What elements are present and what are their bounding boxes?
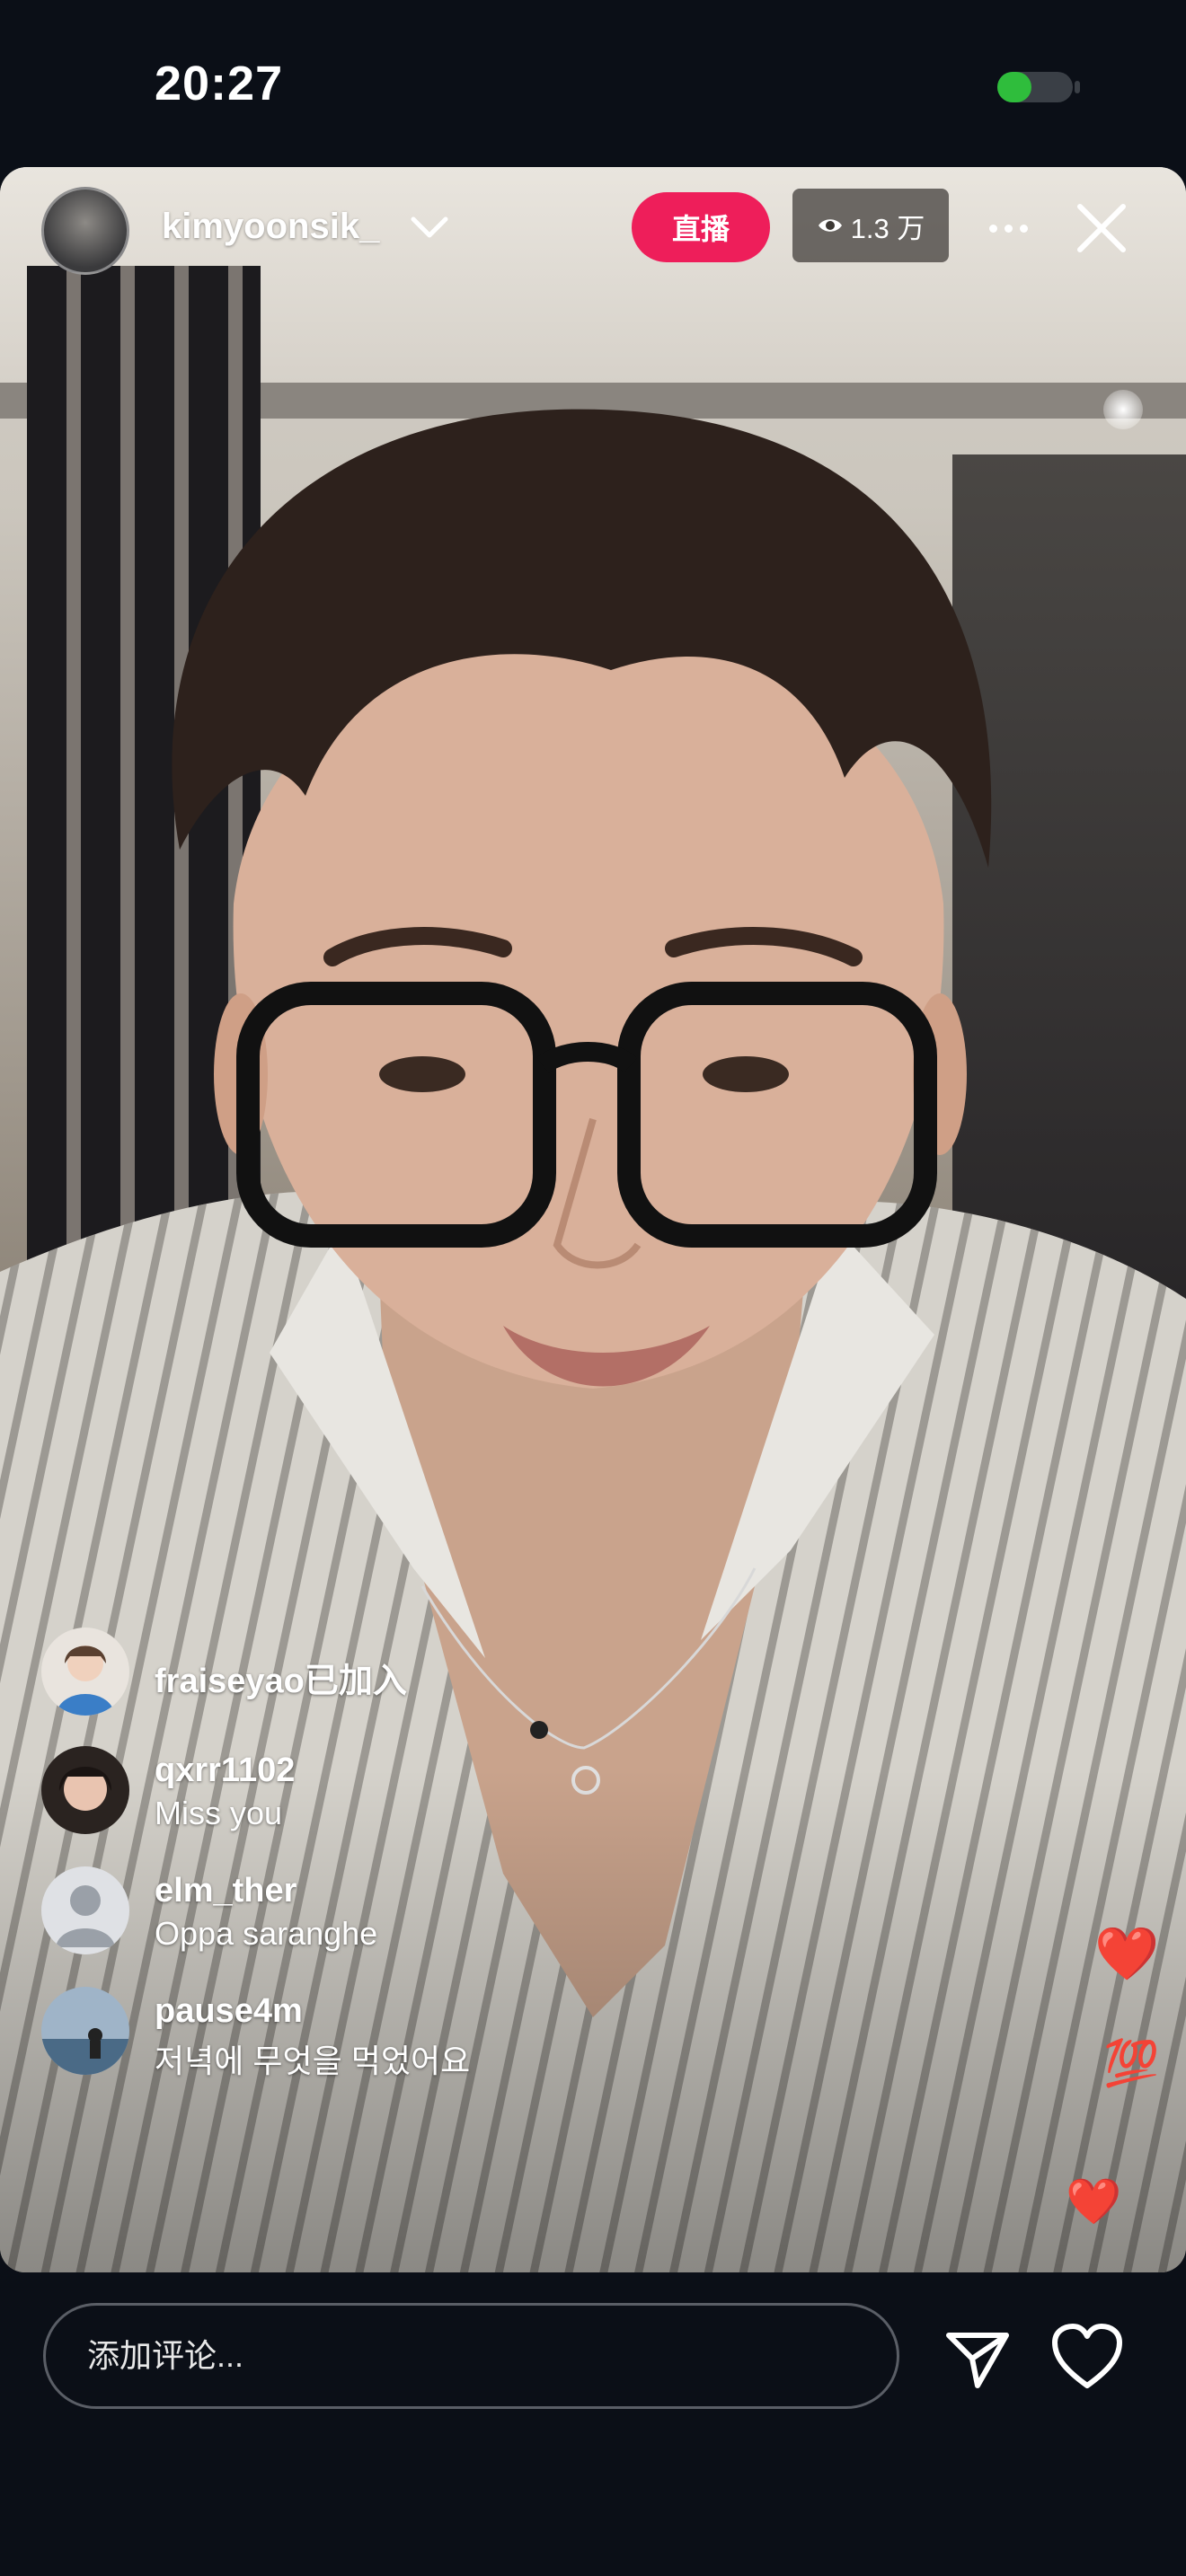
heart-reaction: ❤️ (1066, 2176, 1122, 2227)
status-bar: 20:27 (0, 0, 1186, 167)
comment-item: qxrr1102 Miss you (41, 1746, 850, 1836)
comment-username[interactable]: elm_ther (155, 1872, 296, 1910)
send-icon[interactable] (942, 2323, 1013, 2395)
comment-username[interactable]: pause4m (155, 1992, 303, 2031)
comment-username[interactable]: fraiseyao (155, 1663, 305, 1700)
live-video[interactable]: kimyoonsik_ 直播 1.3 万 ❤️ 💯 ❤️ (0, 167, 1186, 2272)
heart-icon[interactable] (1051, 2323, 1123, 2391)
more-dot (988, 224, 997, 233)
host-avatar[interactable] (41, 187, 129, 275)
comment-text: 저녁에 무엇을 먹었어요 (155, 2042, 471, 2079)
comment-joined-text: fraiseyao已加入 (155, 1653, 407, 1702)
live-badge: 直播 (632, 192, 770, 262)
comment-item: elm_ther Oppa saranghe (41, 1866, 850, 1956)
comment-text: Oppa saranghe (155, 1915, 378, 1952)
avatar[interactable] (41, 1987, 129, 2075)
avatar[interactable] (41, 1746, 129, 1834)
more-dot (1019, 224, 1028, 233)
comment-joined: fraiseyao已加入 (41, 1628, 850, 1717)
close-icon[interactable] (1069, 196, 1134, 260)
status-time: 20:27 (155, 57, 284, 110)
battery-level (997, 72, 1031, 102)
hundred-reaction: 💯 (1103, 2038, 1160, 2088)
battery-cap (1075, 81, 1080, 93)
chevron-down-icon[interactable] (408, 210, 451, 246)
comment-input[interactable] (43, 2303, 899, 2409)
viewer-count-badge[interactable]: 1.3 万 (792, 189, 949, 262)
comment-item: pause4m 저녁에 무엇을 먹었어요 (41, 1987, 850, 2079)
heart-reaction: ❤️ (1094, 1925, 1160, 1983)
avatar[interactable] (41, 1628, 129, 1716)
battery-icon (997, 72, 1080, 102)
more-icon[interactable] (979, 203, 1037, 253)
avatar[interactable] (41, 1866, 129, 1954)
comment-username[interactable]: qxrr1102 (155, 1751, 295, 1790)
viewer-count: 1.3 万 (850, 212, 925, 244)
host-username[interactable]: kimyoonsik_ (162, 207, 379, 247)
joined-label: 已加入 (304, 1663, 407, 1700)
eye-icon (818, 219, 842, 232)
more-dot (1004, 224, 1013, 233)
comment-text: Miss you (155, 1795, 283, 1831)
